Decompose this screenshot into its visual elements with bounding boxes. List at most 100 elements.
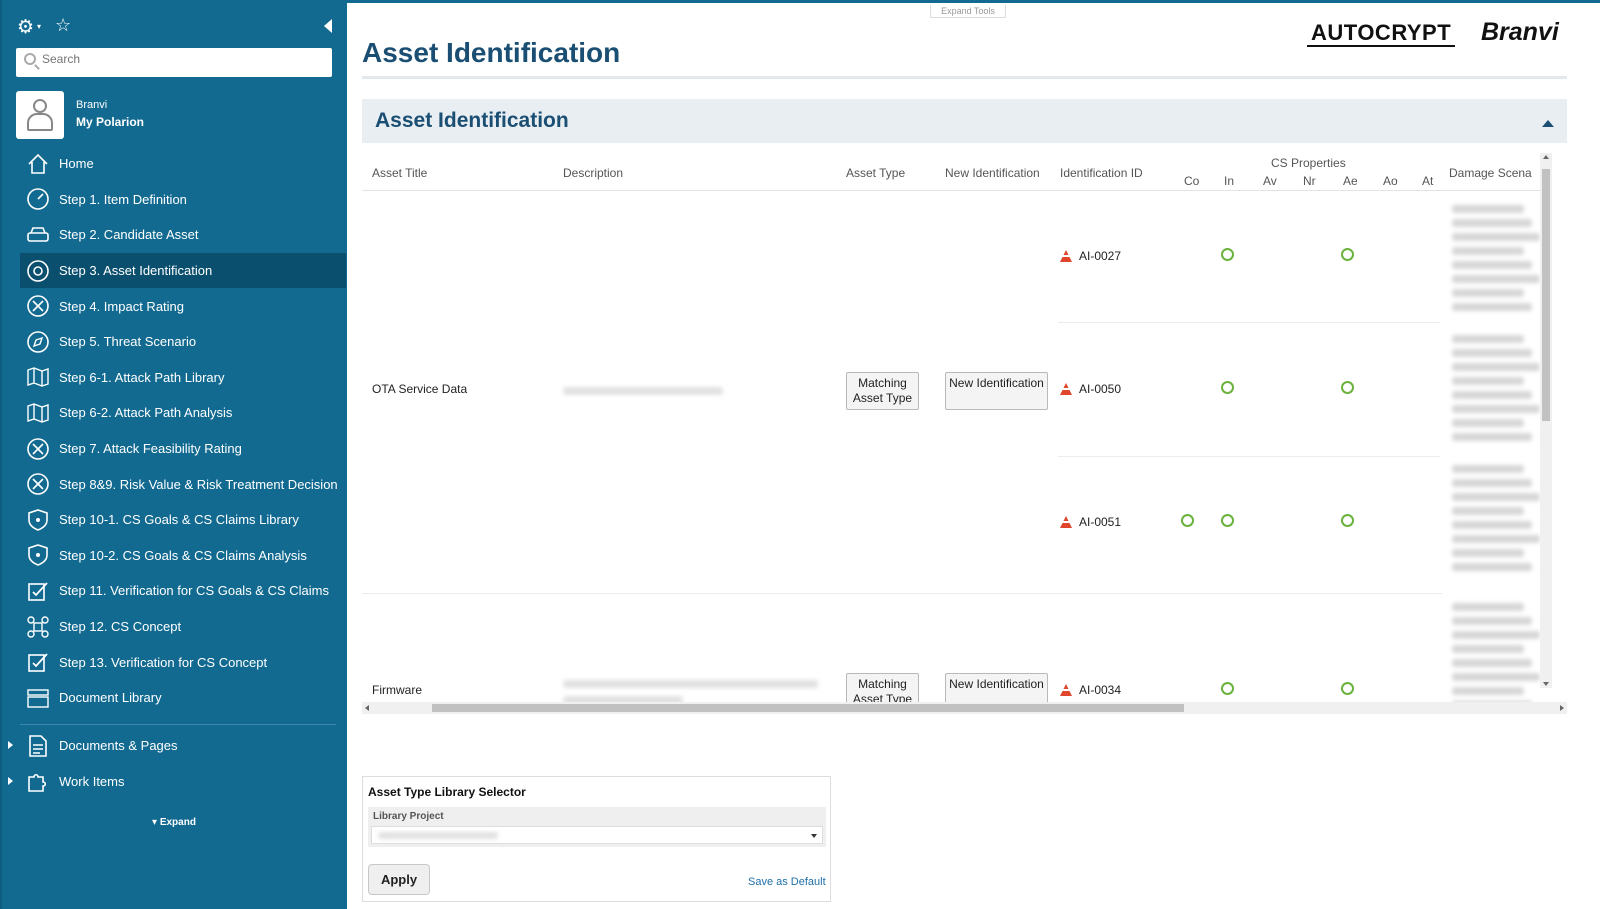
sidebar-item-work-items[interactable]: Work Items (8, 764, 346, 800)
nav-label: Document Library (59, 690, 162, 706)
page-title: Asset Identification (362, 37, 621, 68)
sidebar-item-step-4-impact-rating[interactable]: Step 4. Impact Rating (20, 288, 346, 324)
nav-label: Step 6-1. Attack Path Library (59, 369, 225, 385)
user-profile[interactable]: Branvi My Polarion (16, 91, 336, 139)
vertical-scrollbar[interactable] (1540, 153, 1552, 688)
sidebar-item-step-5-threat-scenario[interactable]: Step 5. Threat Scenario (20, 324, 346, 360)
identification-id-text: AI-0034 (1079, 683, 1122, 697)
document-icon (23, 733, 53, 759)
damage-scenario-blurred (1452, 659, 1532, 667)
identification-id[interactable]: AI-0027 (1060, 249, 1121, 263)
sidebar-item-step-11-verification-for-cs-goals-cs-claims[interactable]: Step 11. Verification for CS Goals & CS … (20, 573, 346, 609)
avatar[interactable] (16, 91, 64, 139)
scroll-thumb[interactable] (432, 704, 1184, 712)
identification-id[interactable]: AI-0034 (1060, 683, 1121, 697)
sidebar-item-step-8-9-risk-value-risk-treatment-decision[interactable]: Step 8&9. Risk Value & Risk Treatment De… (20, 466, 346, 502)
col-asset-type[interactable]: Asset Type (846, 166, 905, 180)
nav-label: Step 1. Item Definition (59, 191, 187, 207)
collapse-section-icon[interactable] (1542, 120, 1554, 127)
damage-scenario-blurred (1452, 233, 1540, 241)
col-nr[interactable]: Nr (1303, 174, 1316, 188)
nav-label: Step 12. CS Concept (59, 619, 182, 635)
col-co[interactable]: Co (1184, 174, 1199, 188)
nav-label: Home (59, 156, 94, 172)
matching-asset-type-button[interactable]: Matching Asset Type (846, 673, 919, 703)
collapse-sidebar-icon[interactable] (324, 19, 332, 33)
scroll-left-icon[interactable] (365, 705, 369, 711)
col-description[interactable]: Description (563, 166, 623, 180)
nav-label: Documents & Pages (59, 738, 178, 754)
damage-scenario-blurred (1452, 645, 1524, 653)
sidebar-item-step-12-cs-concept[interactable]: Step 12. CS Concept (20, 609, 346, 645)
scroll-thumb[interactable] (1542, 169, 1550, 421)
sidebar-item-step-6-2-attack-path-analysis[interactable]: Step 6-2. Attack Path Analysis (20, 395, 346, 431)
my-polarion-link[interactable]: My Polarion (76, 115, 144, 129)
sidebar-item-step-1-item-definition[interactable]: Step 1. Item Definition (20, 182, 346, 218)
col-ao[interactable]: Ao (1383, 174, 1398, 188)
scroll-up-icon[interactable] (1543, 155, 1549, 159)
shield-icon (23, 507, 53, 533)
sidebar-item-step-3-asset-identification[interactable]: Step 3. Asset Identification (20, 252, 346, 289)
impact-icon (23, 436, 53, 462)
home-icon (23, 151, 53, 177)
apply-button[interactable]: Apply (368, 864, 430, 895)
sidebar-item-step-2-candidate-asset[interactable]: Step 2. Candidate Asset (20, 217, 346, 253)
identification-id[interactable]: AI-0050 (1060, 382, 1121, 396)
horizontal-scrollbar[interactable] (362, 702, 1567, 714)
nav-label: Step 2. Candidate Asset (59, 227, 199, 243)
new-identification-button[interactable]: New Identification (945, 673, 1048, 703)
damage-scenario-blurred (1452, 377, 1524, 385)
identification-id-text: AI-0051 (1079, 515, 1122, 529)
sidebar-item-step-13-verification-for-cs-concept[interactable]: Step 13. Verification for CS Concept (20, 644, 346, 680)
identification-id-text: AI-0050 (1079, 382, 1122, 396)
main-content: Expand Tools Asset Identification AUTOCR… (347, 0, 1600, 909)
scroll-right-icon[interactable] (1560, 705, 1564, 711)
identification-id[interactable]: AI-0051 (1060, 515, 1121, 529)
damage-scenario-blurred (1452, 479, 1532, 487)
col-new-identification[interactable]: New Identification (945, 166, 1040, 180)
search-input[interactable] (42, 52, 312, 66)
expand-button[interactable]: ▾ Expand (152, 817, 196, 828)
col-asset-title[interactable]: Asset Title (372, 166, 427, 180)
damage-scenario-blurred (1452, 335, 1524, 343)
star-icon[interactable]: ☆ (55, 15, 71, 36)
user-name: Branvi (76, 99, 108, 111)
nav-label: Step 10-1. CS Goals & CS Claims Library (59, 512, 299, 528)
caret-down-icon[interactable]: ▾ (37, 22, 41, 31)
col-in[interactable]: In (1224, 174, 1234, 188)
col-cs-properties: CS Properties (1271, 156, 1346, 170)
sidebar-item-documents-pages[interactable]: Documents & Pages (8, 728, 346, 764)
library-project-select[interactable] (371, 826, 823, 844)
section-header[interactable]: Asset Identification (362, 99, 1567, 143)
impact-icon (23, 471, 53, 497)
damage-scenario-blurred (1452, 391, 1532, 399)
save-as-default-link[interactable]: Save as Default (748, 876, 826, 888)
col-damage-scenario[interactable]: Damage Scena (1449, 166, 1532, 180)
identification-id-text: AI-0027 (1079, 249, 1122, 263)
search-box[interactable] (16, 48, 332, 77)
scroll-down-icon[interactable] (1543, 682, 1549, 686)
gear-icon[interactable]: ⚙ (17, 16, 34, 39)
col-ae[interactable]: Ae (1343, 174, 1358, 188)
damage-scenario-blurred (1452, 433, 1532, 441)
nav-label: Step 11. Verification for CS Goals & CS … (59, 583, 329, 599)
checklist-icon (23, 649, 53, 675)
sidebar-item-document-library[interactable]: Document Library (20, 680, 346, 716)
nav-label: Step 13. Verification for CS Concept (59, 654, 268, 670)
col-av[interactable]: Av (1263, 174, 1277, 188)
sidebar-item-step-10-2-cs-goals-cs-claims-analysis[interactable]: Step 10-2. CS Goals & CS Claims Analysis (20, 538, 346, 574)
gauge-icon (23, 186, 53, 212)
sidebar-item-step-7-attack-feasibility-rating[interactable]: Step 7. Attack Feasibility Rating (20, 431, 346, 467)
expand-tools-button[interactable]: Expand Tools (930, 5, 1006, 18)
chevron-down-icon[interactable] (811, 834, 817, 838)
expand-arrow-icon[interactable] (8, 776, 13, 785)
col-at[interactable]: At (1422, 174, 1433, 188)
expand-arrow-icon[interactable] (8, 741, 13, 749)
sidebar-item-step-6-1-attack-path-library[interactable]: Step 6-1. Attack Path Library (20, 360, 346, 396)
new-identification-button[interactable]: New Identification (945, 372, 1048, 410)
sidebar-item-step-10-1-cs-goals-cs-claims-library[interactable]: Step 10-1. CS Goals & CS Claims Library (20, 502, 346, 538)
sidebar-item-home[interactable]: Home (20, 146, 346, 182)
matching-asset-type-button[interactable]: Matching Asset Type (846, 372, 919, 410)
col-identification-id[interactable]: Identification ID (1060, 166, 1143, 180)
row-divider (1058, 322, 1440, 323)
